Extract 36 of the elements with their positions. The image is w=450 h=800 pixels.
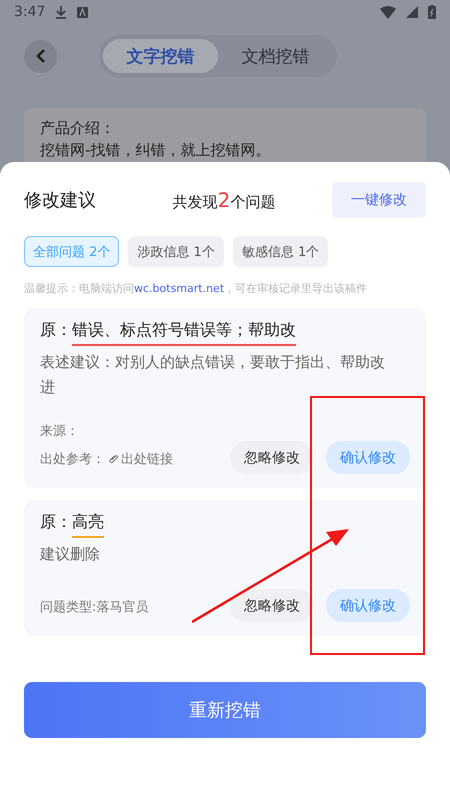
mode-tab[interactable]: 文字挖错 bbox=[103, 39, 218, 73]
paperclip-icon bbox=[108, 454, 119, 464]
mode-tab[interactable]: 文档挖错 bbox=[218, 39, 333, 73]
confirm-button[interactable]: 确认修改 bbox=[326, 589, 410, 622]
back-button[interactable] bbox=[24, 40, 57, 72]
meta-text: 来源： bbox=[40, 423, 79, 440]
original-label: 原： bbox=[40, 320, 72, 341]
suggestion-text: 建议删除 bbox=[40, 544, 101, 565]
ignore-button[interactable]: 忽略修改 bbox=[230, 441, 314, 474]
back-icon bbox=[36, 49, 46, 63]
battery-icon bbox=[428, 5, 436, 19]
filter-chip[interactable]: 全部问题 2个 bbox=[24, 236, 120, 267]
download-icon bbox=[55, 5, 68, 19]
sheet-title: 修改建议 bbox=[24, 189, 96, 212]
issue-summary: 共发现2个问题 bbox=[172, 188, 276, 212]
meta-text: 问题类型:落马官员 bbox=[40, 599, 148, 616]
status-time: 3:47 bbox=[14, 4, 46, 20]
filter-chip[interactable]: 涉政信息 1个 bbox=[128, 236, 224, 267]
rescan-button[interactable]: 重新挖错 bbox=[24, 682, 426, 738]
wifi-icon bbox=[380, 6, 396, 18]
suggestion-text: 表述建议：对别人的缺点错误，要敢于指出、帮助改进 bbox=[40, 352, 386, 398]
fix-all-button[interactable]: 一键修改 bbox=[332, 182, 426, 218]
ignore-button[interactable]: 忽略修改 bbox=[230, 589, 314, 622]
keyboard-icon bbox=[77, 6, 88, 18]
original-label: 原： bbox=[40, 512, 72, 533]
source-link[interactable]: 出处链接 bbox=[108, 450, 173, 468]
intro-text: 挖错网-找错，纠错，就上挖错网。 bbox=[40, 140, 272, 160]
site-link[interactable]: wc.botsmart.net bbox=[134, 282, 224, 295]
original-text: 高亮 bbox=[72, 512, 104, 538]
filter-chip[interactable]: 敏感信息 1个 bbox=[232, 236, 328, 267]
signal-icon bbox=[406, 6, 418, 18]
intro-title: 产品介绍： bbox=[40, 118, 116, 138]
confirm-button[interactable]: 确认修改 bbox=[326, 441, 410, 474]
hint-text: 温馨提示：电脑端访问wc.botsmart.net，可在审核记录里导出该稿件 bbox=[24, 281, 368, 296]
meta-text: 出处参考： bbox=[40, 451, 105, 468]
original-text: 错误、标点符号错误等；帮助改 bbox=[72, 320, 296, 346]
